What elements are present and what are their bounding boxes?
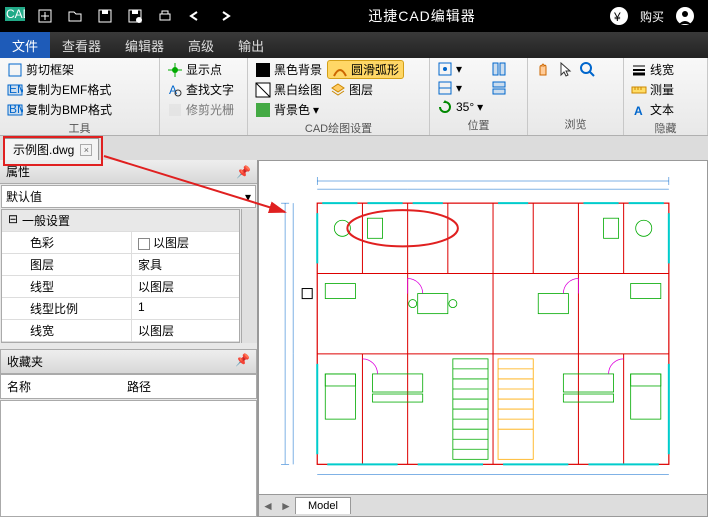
- scrollbar[interactable]: [241, 209, 257, 343]
- properties-header: 属性 📌: [0, 160, 257, 184]
- pos-btn2[interactable]: ▾: [434, 79, 486, 97]
- show-point-button[interactable]: 显示点: [164, 60, 237, 79]
- copy-bmp-button[interactable]: BMP复制为BMP格式: [4, 100, 115, 119]
- menu-advanced[interactable]: 高级: [176, 32, 226, 58]
- app-title: 迅捷CAD编辑器: [240, 6, 604, 26]
- ribbon: 剪切框架 EMF复制为EMF格式 BMP复制为BMP格式 工具 显示点 A查找文…: [0, 58, 708, 136]
- smooth-arc-button[interactable]: 圆滑弧形: [327, 60, 404, 79]
- open-icon[interactable]: [63, 4, 87, 28]
- browse-hand-button[interactable]: [532, 60, 554, 78]
- menu-output[interactable]: 输出: [226, 32, 276, 58]
- group-browse-label: 浏览: [532, 115, 619, 133]
- undo-icon[interactable]: [183, 4, 207, 28]
- crop-frame-button[interactable]: 剪切框架: [4, 60, 115, 79]
- svg-text:¥: ¥: [613, 10, 621, 24]
- currency-icon[interactable]: ¥: [607, 4, 631, 28]
- browse-zoom-button[interactable]: [576, 60, 598, 78]
- pin-icon[interactable]: 📌: [235, 353, 250, 370]
- favorites-columns: 名称路径: [0, 374, 257, 399]
- file-tab-label: 示例图.dwg: [13, 141, 74, 158]
- pos-btn1[interactable]: ▾: [434, 60, 486, 78]
- properties-panel: 属性 📌 默认值▾ ⊟一般设置 色彩以图层 图层家具 线型以图层 线型比例1 线…: [0, 160, 258, 517]
- pin-icon[interactable]: 📌: [236, 165, 251, 179]
- app-icon: CAD: [3, 4, 27, 28]
- group-hide-label: 隐藏: [628, 119, 703, 137]
- svg-text:CAD: CAD: [6, 7, 25, 21]
- rotate-button[interactable]: 35°▾: [434, 98, 486, 116]
- prop-group-row[interactable]: ⊟一般设置: [2, 210, 239, 232]
- title-bar: CAD 迅捷CAD编辑器 ¥ 购买: [0, 0, 708, 32]
- menu-editor[interactable]: 编辑器: [113, 32, 176, 58]
- menu-viewer[interactable]: 查看器: [50, 32, 113, 58]
- model-tab[interactable]: Model: [295, 497, 351, 514]
- group-tools-label: 工具: [4, 119, 155, 137]
- copy-emf-button[interactable]: EMF复制为EMF格式: [4, 80, 115, 99]
- menu-file[interactable]: 文件: [0, 32, 50, 58]
- browse-arrow-button[interactable]: [554, 60, 576, 78]
- prop-row[interactable]: 线宽以图层: [2, 320, 239, 342]
- svg-text:BMP: BMP: [9, 102, 23, 116]
- measure-button[interactable]: 测量: [628, 80, 677, 99]
- prop-row[interactable]: 线型以图层: [2, 276, 239, 298]
- tab-prev-icon[interactable]: ◄: [259, 499, 277, 513]
- favorites-header: 收藏夹📌: [0, 349, 257, 374]
- find-text-button[interactable]: A查找文字: [164, 80, 237, 99]
- group-cad-label: CAD绘图设置: [252, 119, 425, 137]
- menu-bar: 文件 查看器 编辑器 高级 输出: [0, 32, 708, 58]
- prop-row[interactable]: 色彩以图层: [2, 232, 239, 254]
- print-icon[interactable]: [153, 4, 177, 28]
- buy-link[interactable]: 购买: [640, 8, 664, 25]
- tab-next-icon[interactable]: ►: [277, 499, 295, 513]
- file-tab-bar: 示例图.dwg ×: [0, 136, 708, 160]
- new-icon[interactable]: [33, 4, 57, 28]
- favorites-list[interactable]: [0, 400, 257, 517]
- bg-color-button[interactable]: 背景色▾: [252, 100, 325, 119]
- default-dropdown[interactable]: 默认值▾: [1, 185, 256, 208]
- property-list: ⊟一般设置 色彩以图层 图层家具 线型以图层 线型比例1 线宽以图层: [1, 209, 240, 343]
- redo-icon[interactable]: [213, 4, 237, 28]
- prop-row[interactable]: 图层家具: [2, 254, 239, 276]
- close-tab-icon[interactable]: ×: [80, 144, 92, 156]
- drawing-canvas[interactable]: ◄ ► Model: [258, 160, 708, 517]
- bw-draw-button[interactable]: 黑白绘图: [252, 80, 325, 99]
- user-icon[interactable]: [673, 4, 697, 28]
- svg-text:EMF: EMF: [9, 82, 23, 96]
- floor-plan: [267, 173, 699, 484]
- text-button[interactable]: A文本: [628, 100, 677, 119]
- pos-btn3[interactable]: [488, 60, 510, 78]
- group-pos-label: 位置: [434, 116, 523, 134]
- prop-row[interactable]: 线型比例1: [2, 298, 239, 320]
- linewidth-button[interactable]: 线宽: [628, 60, 677, 79]
- svg-text:A: A: [634, 104, 643, 118]
- saveas-icon[interactable]: [123, 4, 147, 28]
- layer-button[interactable]: 图层: [327, 80, 404, 99]
- trim-raster-button[interactable]: 修剪光栅: [164, 100, 237, 119]
- black-bg-button[interactable]: 黑色背景: [252, 60, 325, 79]
- model-tab-bar: ◄ ► Model: [259, 494, 707, 516]
- file-tab[interactable]: 示例图.dwg ×: [4, 138, 99, 160]
- save-icon[interactable]: [93, 4, 117, 28]
- pos-btn4[interactable]: [488, 79, 510, 97]
